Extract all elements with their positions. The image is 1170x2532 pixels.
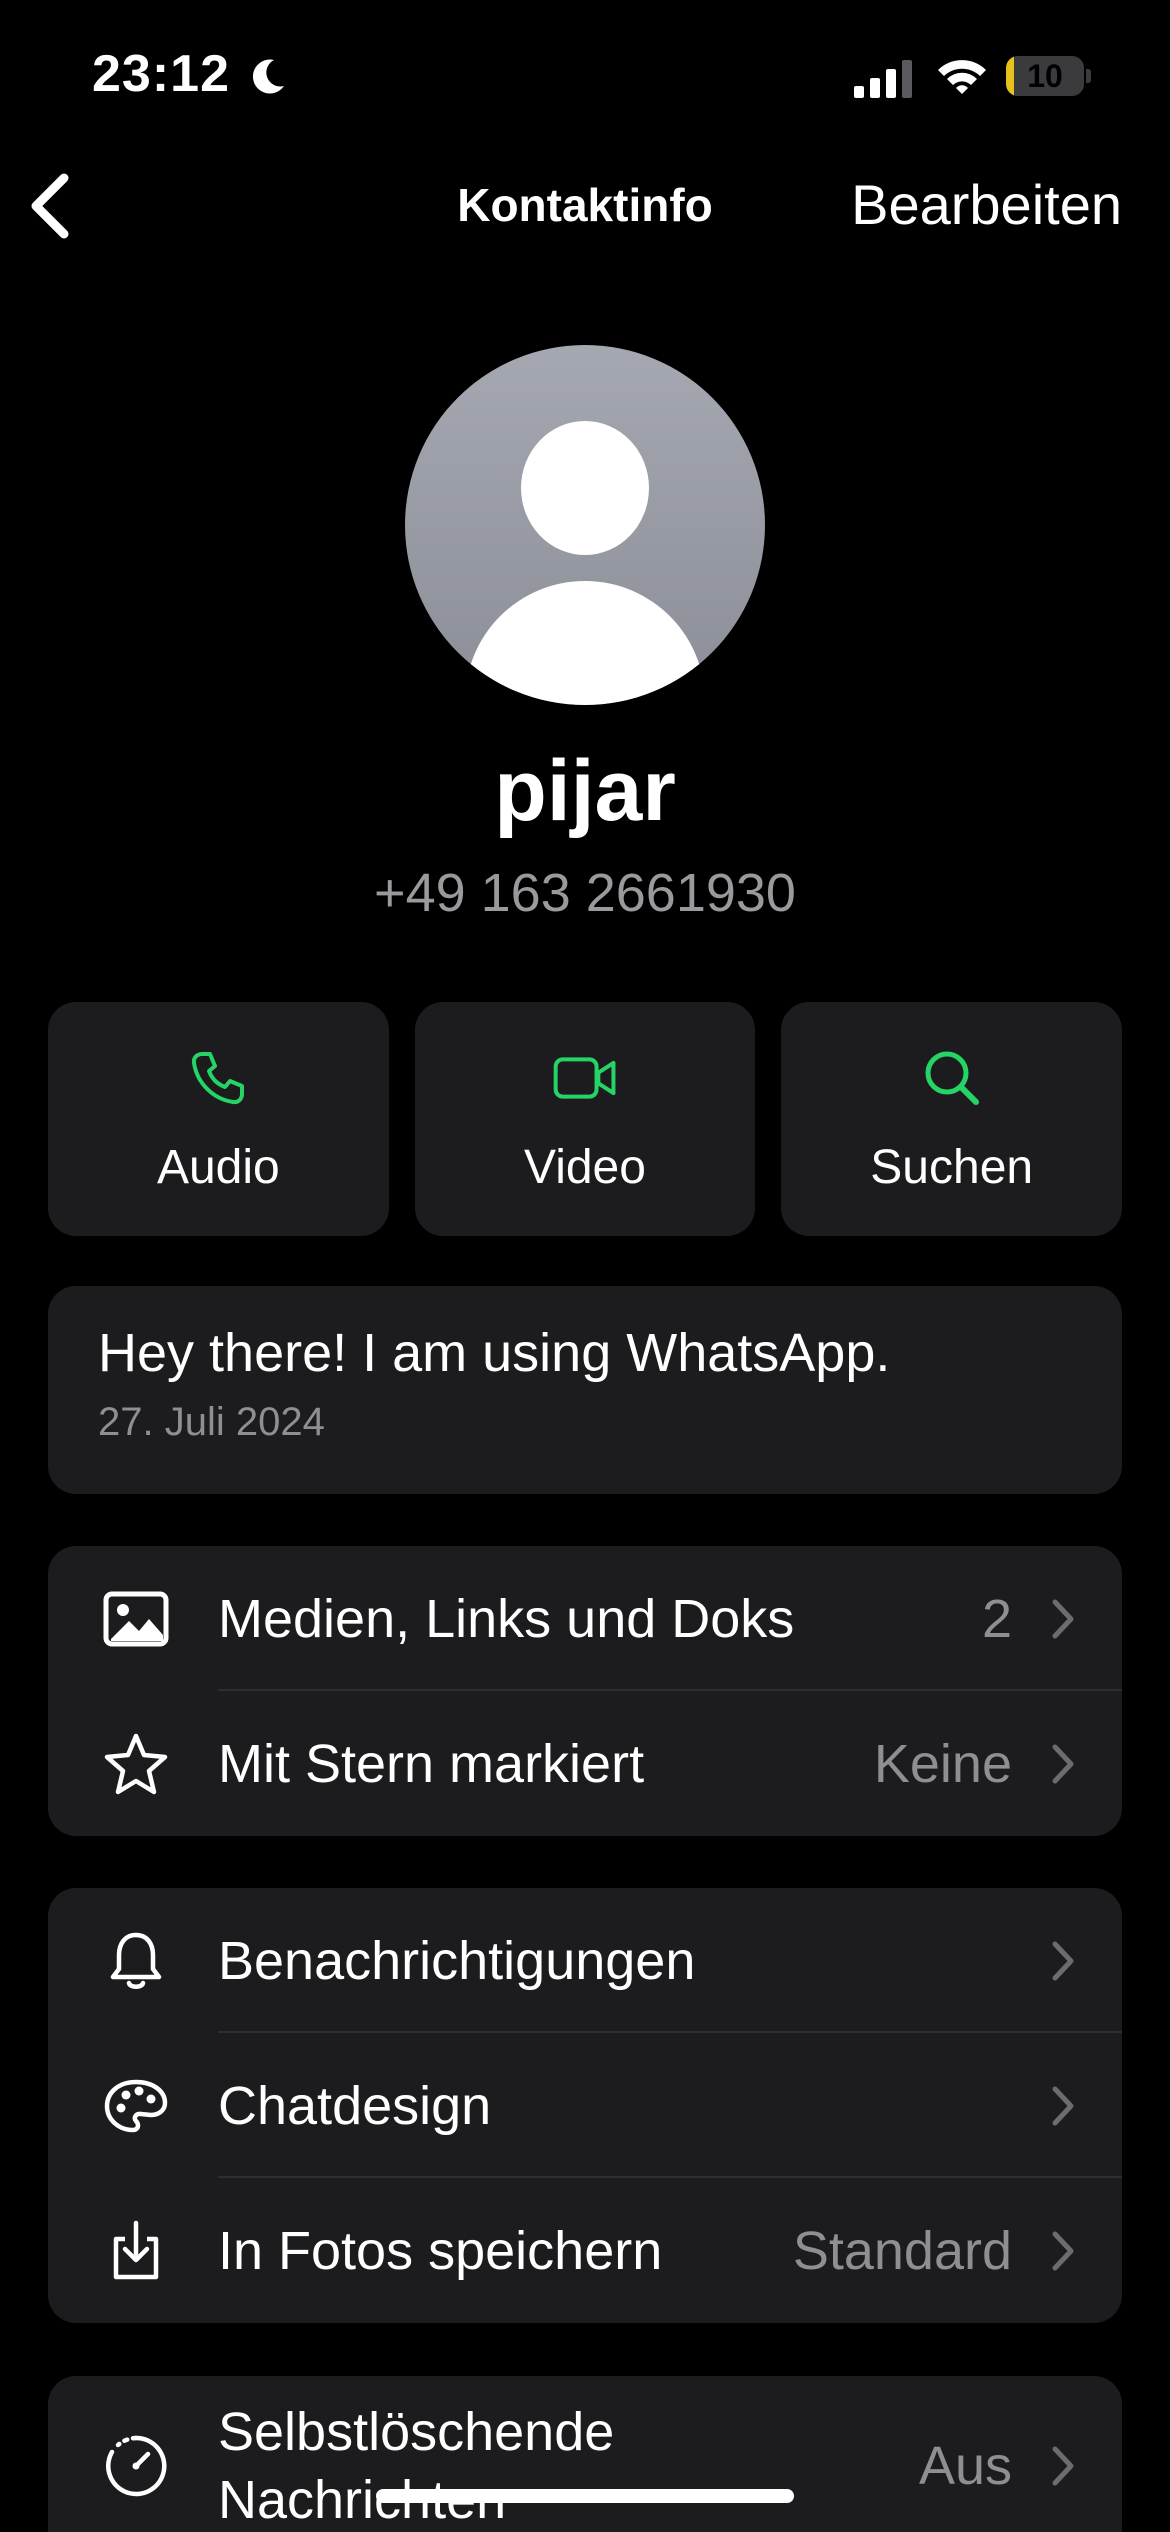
chevron-right-icon	[1052, 1744, 1074, 1783]
battery-icon: 10	[1006, 56, 1092, 96]
row-media-links-docs[interactable]: Medien, Links und Doks 2	[48, 1546, 1122, 1691]
row-value: Aus	[918, 2436, 1012, 2496]
about-card: Hey there! I am using WhatsApp. 27. Juli…	[48, 1286, 1122, 1494]
star-icon	[104, 1733, 168, 1794]
video-label: Video	[524, 1141, 646, 1194]
row-chat-design[interactable]: Chatdesign	[48, 2033, 1122, 2178]
edit-button[interactable]: Bearbeiten	[851, 172, 1122, 237]
bell-icon	[110, 1932, 162, 1989]
search-button[interactable]: Suchen	[781, 1002, 1123, 1236]
chevron-right-icon	[1052, 2446, 1074, 2486]
row-starred[interactable]: Mit Stern markiert Keine	[48, 1691, 1122, 1836]
search-icon	[925, 1051, 979, 1105]
avatar-person-icon	[521, 421, 649, 555]
chevron-right-icon	[1052, 1941, 1074, 1980]
audio-label: Audio	[156, 1141, 280, 1194]
palette-icon	[104, 2079, 168, 2132]
privacy-group: Selbstlöschende Nachrichten Aus	[48, 2376, 1122, 2532]
home-indicator[interactable]	[376, 2489, 794, 2503]
wifi-icon	[938, 60, 986, 94]
row-label-line1: Selbstlöschende	[218, 2402, 615, 2462]
chevron-right-icon	[1052, 1599, 1074, 1638]
row-value: 2	[981, 1588, 1012, 1649]
phone-icon	[192, 1052, 245, 1105]
contact-name: pijar	[494, 743, 676, 839]
row-label: Benachrichtigungen	[218, 1930, 696, 1991]
chevron-right-icon	[1052, 2231, 1074, 2270]
row-notifications[interactable]: Benachrichtigungen	[48, 1888, 1122, 2033]
status-time: 23:12	[92, 45, 230, 103]
row-label: Mit Stern markiert	[218, 1733, 645, 1794]
media-group: Medien, Links und Doks 2 Mit Stern marki…	[48, 1546, 1122, 1836]
chevron-right-icon	[1052, 2086, 1074, 2125]
row-label: In Fotos speichern	[218, 2220, 663, 2281]
row-label: Chatdesign	[218, 2075, 492, 2136]
settings-group: Benachrichtigungen Chatdesign In Fotos s…	[48, 1888, 1122, 2323]
row-value: Keine	[873, 1733, 1012, 1794]
search-label: Suchen	[870, 1141, 1034, 1194]
about-status-date: 27. Juli 2024	[98, 1400, 325, 1444]
contact-phone[interactable]: +49 163 2661930	[0, 862, 1170, 924]
row-save-to-photos[interactable]: In Fotos speichern Standard	[48, 2178, 1122, 2323]
row-label: Medien, Links und Doks	[218, 1588, 795, 1649]
row-disappearing-messages[interactable]: Selbstlöschende Nachrichten Aus	[48, 2376, 1122, 2532]
video-icon	[553, 1057, 616, 1099]
cellular-signal-icon	[854, 60, 912, 98]
avatar[interactable]	[405, 345, 765, 705]
contact-info-screen: 23:12 10 Kontaktinfo Bearbeiten pijar +4…	[0, 0, 1170, 2532]
about-status-text: Hey there! I am using WhatsApp.	[98, 1323, 891, 1383]
save-to-photos-icon	[113, 2220, 159, 2279]
status-bar: 23:12 10	[0, 0, 1170, 150]
battery-level: 10	[1027, 58, 1063, 94]
photo-icon	[103, 1591, 169, 1646]
row-value: Standard	[792, 2220, 1012, 2281]
timer-icon	[106, 2435, 167, 2497]
video-call-button[interactable]: Video	[414, 1002, 756, 1236]
moon-icon	[252, 59, 284, 94]
action-buttons: Audio Video Suchen	[48, 1002, 1123, 1236]
audio-call-button[interactable]: Audio	[48, 1002, 389, 1236]
row-label: Selbstlöschende Nachrichten	[218, 2398, 614, 2532]
